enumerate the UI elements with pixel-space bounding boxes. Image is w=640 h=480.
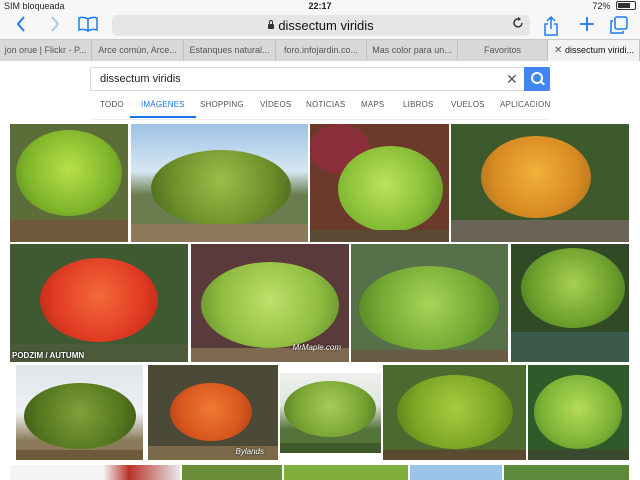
- image-result[interactable]: [528, 365, 629, 460]
- nav-maps[interactable]: MAPS: [361, 95, 384, 118]
- tab-mas-color[interactable]: Mas color para un...: [367, 40, 458, 61]
- chevron-right-icon[interactable]: [44, 16, 66, 36]
- clock: 22:17: [308, 1, 332, 11]
- clear-icon[interactable]: ✕: [506, 70, 518, 88]
- tab-favoritos[interactable]: Favoritos: [458, 40, 548, 61]
- nav-imagenes[interactable]: IMÁGENES: [130, 95, 196, 118]
- close-icon[interactable]: ✕: [554, 40, 562, 61]
- nav-aplicaciones[interactable]: APLICACIONES: [500, 95, 550, 118]
- tab-flickr[interactable]: jon orue | Flickr - P...: [0, 40, 92, 61]
- image-result[interactable]: [504, 465, 629, 480]
- reload-icon[interactable]: [512, 15, 524, 36]
- tab-dissectum[interactable]: ✕ dissectum viridi...: [548, 40, 640, 61]
- image-result[interactable]: [131, 124, 308, 242]
- image-result[interactable]: [10, 465, 180, 480]
- tabs-icon[interactable]: [608, 16, 630, 36]
- tab-bar: jon orue | Flickr - P... Arce común, Arc…: [0, 39, 640, 62]
- tab-estanques[interactable]: Estanques natural...: [184, 40, 276, 61]
- image-result[interactable]: [310, 124, 449, 242]
- tab-label: Mas color para un...: [372, 45, 452, 55]
- tab-label: Estanques natural...: [189, 45, 270, 55]
- image-result[interactable]: PODZIM / AUTUMN: [10, 244, 188, 362]
- search-icon-handle: [540, 80, 545, 86]
- image-result[interactable]: [351, 244, 508, 362]
- image-result[interactable]: [284, 465, 408, 480]
- image-watermark: MrMaple.com: [292, 343, 341, 352]
- google-search-header: dissectum viridis ✕ TODO IMÁGENES SHOPPI…: [0, 61, 640, 120]
- nav-libros[interactable]: LIBROS: [403, 95, 434, 118]
- tab-arce[interactable]: Arce común, Arce...: [92, 40, 184, 61]
- nav-shopping[interactable]: SHOPPING: [200, 95, 244, 118]
- tab-label: Favoritos: [483, 45, 521, 55]
- book-icon[interactable]: [77, 16, 99, 36]
- chevron-left-icon[interactable]: [10, 16, 32, 36]
- tab-label: Arce común, Arce...: [98, 45, 177, 55]
- image-result[interactable]: [410, 465, 502, 480]
- nav-videos[interactable]: VÍDEOS: [260, 95, 291, 118]
- tab-label: dissectum viridi...: [564, 45, 635, 55]
- image-result[interactable]: MrMaple.com: [191, 244, 349, 362]
- tab-label: jon orue | Flickr - P...: [4, 45, 87, 55]
- image-result[interactable]: [16, 365, 143, 460]
- nav-vuelos[interactable]: VUELOS: [451, 95, 485, 118]
- tab-infojardin[interactable]: foro.infojardin.co...: [276, 40, 367, 61]
- browser-toolbar: dissectum viridis: [0, 13, 640, 39]
- nav-todo[interactable]: TODO: [100, 95, 124, 118]
- plus-icon[interactable]: [576, 16, 598, 36]
- address-bar[interactable]: dissectum viridis: [112, 15, 530, 36]
- image-results-grid: PODZIM / AUTUMN MrMaple.com Bylands: [0, 123, 640, 480]
- battery-icon: [616, 1, 636, 10]
- image-result[interactable]: [10, 124, 128, 242]
- nav-noticias[interactable]: NOTICIAS: [306, 95, 345, 118]
- battery-fill: [618, 3, 630, 8]
- search-button[interactable]: [524, 67, 550, 91]
- image-result[interactable]: [511, 244, 629, 362]
- image-result[interactable]: [383, 365, 526, 460]
- battery-indicator: 72%: [592, 0, 636, 13]
- image-result[interactable]: [182, 465, 282, 480]
- image-caption: PODZIM / AUTUMN: [12, 351, 85, 360]
- battery-percent: 72%: [592, 1, 611, 11]
- lock-icon: [268, 20, 275, 29]
- image-result[interactable]: [280, 373, 381, 453]
- image-result[interactable]: [451, 124, 629, 242]
- image-watermark: Bylands: [235, 447, 264, 456]
- status-bar: SIM bloqueada 22:17 72%: [0, 0, 640, 13]
- image-result[interactable]: Bylands: [148, 365, 278, 460]
- tab-label: foro.infojardin.co...: [283, 45, 359, 55]
- search-nav: TODO IMÁGENES SHOPPING VÍDEOS NOTICIAS M…: [90, 95, 550, 120]
- search-input[interactable]: dissectum viridis: [90, 67, 524, 91]
- address-text: dissectum viridis: [278, 18, 374, 33]
- share-icon[interactable]: [540, 15, 562, 36]
